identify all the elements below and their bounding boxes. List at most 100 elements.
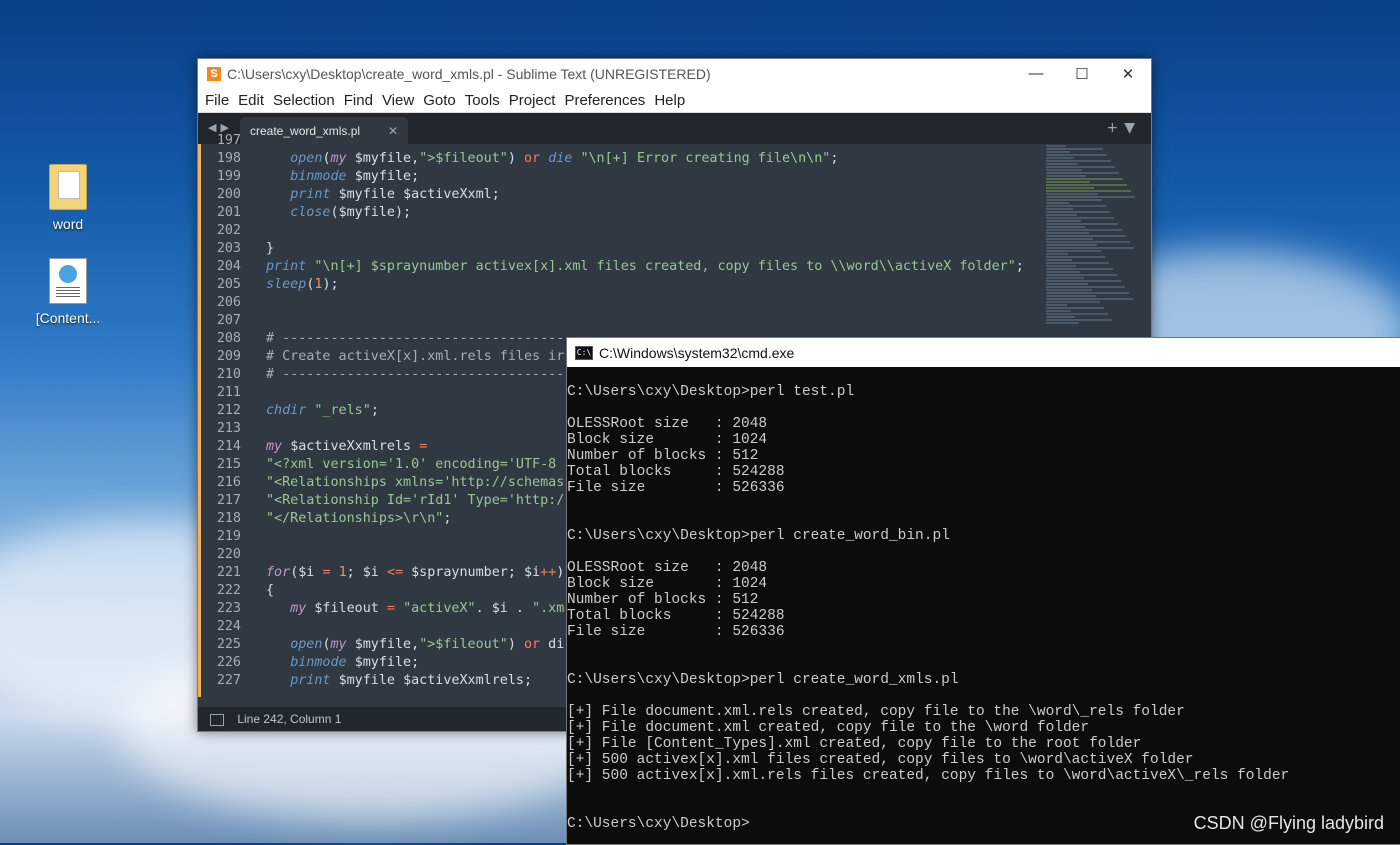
minimap-line (1046, 157, 1074, 159)
minimap-line (1046, 292, 1129, 294)
line-number: 197 (216, 133, 241, 148)
folder-icon (49, 164, 87, 210)
menu-preferences[interactable]: Preferences (564, 92, 645, 109)
minimap-line (1046, 268, 1113, 270)
menu-help[interactable]: Help (654, 92, 685, 109)
code-text: sleep(1); (266, 277, 339, 292)
code-text: open(my $myfile,">$fileout") or di (290, 637, 565, 652)
menu-edit[interactable]: Edit (238, 92, 264, 109)
console-line: File size : 526336 (567, 480, 785, 496)
code-text: print $myfile $activeXxmlrels; (290, 673, 533, 688)
line-number: 202 (216, 223, 241, 238)
console-line: Total blocks : 524288 (567, 464, 785, 480)
console-line: Number of blocks : 512 (567, 448, 759, 464)
minimap-line (1046, 298, 1133, 300)
close-button[interactable]: ✕ (1105, 59, 1151, 88)
code-line: 201 close($myfile); (198, 204, 1038, 222)
minimap-line (1046, 214, 1077, 216)
menu-selection[interactable]: Selection (273, 92, 335, 109)
minimap-line (1046, 148, 1103, 150)
code-text: } (266, 241, 275, 256)
maximize-button[interactable]: ☐ (1059, 59, 1105, 88)
panel-toggle-icon[interactable] (210, 713, 224, 726)
code-text: my $activeXxmlrels = (266, 439, 428, 454)
line-number: 223 (216, 601, 241, 616)
line-number: 213 (216, 421, 241, 436)
line-number: 225 (216, 637, 241, 652)
line-number: 204 (216, 259, 241, 274)
cmd-window: C:\ C:\Windows\system32\cmd.exe C:\Users… (566, 337, 1400, 845)
desktop-icon-label: [Content... (35, 310, 101, 326)
line-number: 209 (216, 349, 241, 364)
line-number: 224 (216, 619, 241, 634)
code-line: 199 binmode $myfile; (198, 168, 1038, 186)
menu-goto[interactable]: Goto (423, 92, 456, 109)
code-text: # --------------------------------------… (266, 367, 597, 382)
line-number: 208 (216, 331, 241, 346)
console-line: [+] File document.xml created, copy file… (567, 720, 1090, 736)
minimap-line (1046, 229, 1122, 231)
minimap-line (1046, 280, 1121, 282)
code-text: "<Relationship Id='rId1' Type='http:/ (266, 493, 565, 508)
line-number: 198 (216, 151, 241, 166)
menu-view[interactable]: View (382, 92, 414, 109)
minimap-line (1046, 196, 1135, 198)
console-line: Block size : 1024 (567, 432, 768, 448)
menu-file[interactable]: File (205, 92, 229, 109)
console-line: Block size : 1024 (567, 576, 768, 592)
minimap-line (1046, 271, 1080, 273)
minimap-line (1046, 208, 1073, 210)
minimap-line (1046, 289, 1092, 291)
line-number: 217 (216, 493, 241, 508)
minimap-line (1046, 166, 1115, 168)
cmd-icon: C:\ (575, 345, 593, 360)
watermark: CSDN @Flying ladybird (1193, 813, 1384, 833)
minimap-line (1046, 151, 1070, 153)
minimap-line (1046, 175, 1086, 177)
menu-tools[interactable]: Tools (465, 92, 500, 109)
line-number: 212 (216, 403, 241, 418)
minimap-line (1046, 304, 1067, 306)
minimize-button[interactable]: — (1013, 59, 1059, 88)
minimap-line (1046, 256, 1105, 258)
minimap-line (1046, 265, 1076, 267)
minimap-line (1046, 259, 1072, 261)
line-number: 216 (216, 475, 241, 490)
minimap-line (1046, 205, 1106, 207)
console-line: C:\Users\cxy\Desktop>perl test.pl (567, 384, 855, 400)
line-number: 226 (216, 655, 241, 670)
minimap-line (1046, 145, 1066, 147)
minimap-line (1046, 178, 1123, 180)
line-number: 220 (216, 547, 241, 562)
minimap-line (1046, 163, 1078, 165)
code-line: 202 (198, 222, 1038, 240)
line-number: 203 (216, 241, 241, 256)
code-text: # --------------------------------------… (266, 331, 597, 346)
code-text: { (266, 583, 275, 598)
minimap-line (1046, 160, 1111, 162)
console-line: [+] 500 activex[x].xml files created, co… (567, 752, 1194, 768)
line-number: 214 (216, 439, 241, 454)
code-line: 197 (198, 132, 1038, 150)
line-number: 222 (216, 583, 241, 598)
minimap-line (1046, 244, 1097, 246)
menu-project[interactable]: Project (509, 92, 556, 109)
desktop-icon-word[interactable]: word (28, 164, 108, 232)
menu-find[interactable]: Find (344, 92, 373, 109)
minimap-line (1046, 241, 1130, 243)
tab-add-dropdown-icon[interactable]: +▼ (1107, 120, 1142, 136)
cmd-title: C:\Windows\system32\cmd.exe (599, 344, 795, 361)
desktop-icon-content-types[interactable]: [Content... (28, 258, 108, 326)
code-line: 207 (198, 312, 1038, 330)
code-text: for($i = 1; $i <= $spraynumber; $i++) (266, 565, 565, 580)
console-line: Total blocks : 524288 (567, 608, 785, 624)
cmd-titlebar[interactable]: C:\ C:\Windows\system32\cmd.exe (567, 338, 1400, 367)
sublime-titlebar[interactable]: S C:\Users\cxy\Desktop\create_word_xmls.… (198, 59, 1151, 88)
cmd-output[interactable]: C:\Users\cxy\Desktop>perl test.pl OLESSRo… (567, 367, 1400, 844)
minimap-line (1046, 169, 1082, 171)
